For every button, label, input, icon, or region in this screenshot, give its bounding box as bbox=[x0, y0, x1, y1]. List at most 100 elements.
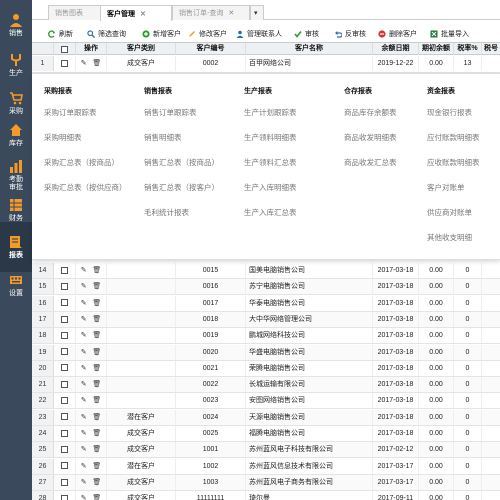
table-row[interactable]: 18 ✎ 🗑 0019 鹏城网络科技公司 2017-03-18 0.00 0 bbox=[32, 328, 500, 345]
table-row[interactable]: 14 ✎ 🗑 0015 国美电脑销售公司 2017-03-18 0.00 0 bbox=[32, 263, 500, 279]
menu-item[interactable]: 采购明细表 bbox=[44, 133, 127, 158]
close-icon[interactable]: ✕ bbox=[140, 10, 146, 18]
table-row[interactable]: 15 ✎ 🗑 0016 苏宁电脑销售公司 2017-03-18 0.00 0 bbox=[32, 279, 500, 296]
menu-item[interactable]: 销售汇总表（按客户） bbox=[144, 183, 219, 208]
menu-item[interactable]: 采购汇总表（按商品） bbox=[44, 158, 127, 183]
row-checkbox[interactable] bbox=[61, 462, 68, 470]
row-checkbox[interactable] bbox=[61, 380, 68, 388]
pencil-icon[interactable]: ✎ bbox=[81, 279, 87, 294]
trash-icon[interactable]: 🗑 bbox=[92, 491, 101, 500]
batch-import-button[interactable]: 批量导入 bbox=[430, 27, 469, 41]
menu-item[interactable]: 应付账款明细表 bbox=[427, 133, 480, 158]
row-checkbox[interactable] bbox=[61, 266, 68, 274]
trash-icon[interactable]: 🗑 bbox=[92, 312, 101, 327]
trash-icon[interactable]: 🗑 bbox=[92, 475, 101, 490]
trash-icon[interactable]: 🗑 bbox=[92, 459, 101, 474]
table-row[interactable]: 24 ✎ 🗑 成交客户 0025 福腾电脑销售公司 2017-03-18 0.00 0 bbox=[32, 426, 500, 442]
trash-icon[interactable]: 🗑 bbox=[92, 56, 101, 71]
menu-item[interactable]: 客户对账单 bbox=[427, 183, 480, 208]
row-checkbox[interactable] bbox=[61, 478, 68, 486]
trash-icon[interactable]: 🗑 bbox=[92, 410, 101, 425]
menu-item[interactable]: 商品收发明细表 bbox=[344, 133, 397, 158]
pencil-icon[interactable]: ✎ bbox=[81, 345, 87, 360]
pencil-icon[interactable]: ✎ bbox=[81, 377, 87, 392]
trash-icon[interactable]: 🗑 bbox=[92, 279, 101, 294]
add-customer-button[interactable]: 新增客户 bbox=[142, 27, 181, 41]
refresh-button[interactable]: 刷新 bbox=[48, 27, 73, 41]
pencil-icon[interactable]: ✎ bbox=[81, 426, 87, 441]
pencil-icon[interactable]: ✎ bbox=[81, 410, 87, 425]
row-checkbox[interactable] bbox=[61, 331, 68, 339]
menu-item[interactable]: 生产入库明细表 bbox=[244, 183, 297, 208]
unaudit-button[interactable]: 反审核 bbox=[334, 27, 366, 41]
table-row[interactable]: 22 ✎ 🗑 0023 安图网络销售公司 2017-03-18 0.00 0 bbox=[32, 393, 500, 410]
menu-item[interactable]: 供应商对账单 bbox=[427, 208, 480, 233]
tab-customer-management[interactable]: 客户管理 ✕ bbox=[100, 5, 172, 21]
header-code[interactable]: 客户编号 bbox=[176, 43, 246, 55]
header-category[interactable]: 客户类别 bbox=[107, 43, 176, 55]
pencil-icon[interactable]: ✎ bbox=[81, 459, 87, 474]
close-icon[interactable]: ✕ bbox=[228, 9, 234, 17]
menu-item[interactable]: 生产领料汇总表 bbox=[244, 158, 297, 183]
pencil-icon[interactable]: ✎ bbox=[81, 328, 87, 343]
pencil-icon[interactable]: ✎ bbox=[81, 393, 87, 408]
audit-button[interactable]: 审核 bbox=[294, 27, 319, 41]
pencil-icon[interactable]: ✎ bbox=[81, 56, 87, 71]
row-checkbox[interactable] bbox=[61, 413, 68, 421]
header-name[interactable]: 客户名称 bbox=[246, 43, 373, 55]
table-row[interactable]: 26 ✎ 🗑 潜在客户 1002 苏州蓝风信息技术有限公司 2017-03-17 0.00 0 bbox=[32, 458, 500, 475]
menu-item[interactable]: 现金银行报表 bbox=[427, 108, 480, 133]
menu-item[interactable]: 采购订单跟踪表 bbox=[44, 108, 127, 133]
delete-customer-button[interactable]: 删除客户 bbox=[378, 27, 417, 41]
row-checkbox[interactable] bbox=[61, 429, 68, 437]
menu-item[interactable]: 商品收发汇总表 bbox=[344, 158, 397, 183]
table-row[interactable]: 25 ✎ 🗑 成交客户 1001 苏州蓝风电子科技有限公司 2017-02-12 0.00 0 bbox=[32, 442, 500, 459]
table-row[interactable]: 21 ✎ 🗑 0022 长城运输有限公司 2017-03-18 0.00 0 bbox=[32, 377, 500, 394]
pencil-icon[interactable]: ✎ bbox=[81, 361, 87, 376]
menu-item[interactable]: 销售订单跟踪表 bbox=[144, 108, 219, 133]
select-all-checkbox[interactable] bbox=[61, 45, 68, 53]
pencil-icon[interactable]: ✎ bbox=[81, 475, 87, 490]
header-date[interactable]: 余额日期 bbox=[373, 43, 419, 55]
menu-item[interactable]: 应收账款明细表 bbox=[427, 158, 480, 183]
menu-item[interactable]: 商品库存余额表 bbox=[344, 108, 397, 133]
row-checkbox[interactable] bbox=[61, 445, 68, 453]
table-row[interactable]: 1 ✎ 🗑 成交客户 0002 百甲网络公司 2019-12-22 0.00 1… bbox=[32, 56, 500, 73]
table-row[interactable]: 27 ✎ 🗑 成交客户 1003 苏州蓝风电子商务有限公司 2017-03-17 0.00 0 bbox=[32, 474, 500, 491]
header-balance[interactable]: 期初余额 bbox=[419, 43, 454, 55]
row-checkbox[interactable] bbox=[61, 494, 68, 500]
row-checkbox[interactable] bbox=[61, 348, 68, 356]
trash-icon[interactable]: 🗑 bbox=[92, 296, 101, 311]
menu-item[interactable]: 其他收支明细 bbox=[427, 233, 480, 258]
menu-item[interactable]: 采购汇总表（按供应商） bbox=[44, 183, 127, 208]
trash-icon[interactable]: 🗑 bbox=[92, 393, 101, 408]
trash-icon[interactable]: 🗑 bbox=[92, 328, 101, 343]
trash-icon[interactable]: 🗑 bbox=[92, 345, 101, 360]
header-tax-rate[interactable]: 税率% bbox=[454, 43, 482, 55]
tab-sales-chart[interactable]: 销售图表 bbox=[48, 5, 102, 20]
pencil-icon[interactable]: ✎ bbox=[81, 442, 87, 457]
menu-item[interactable]: 生产入库汇总表 bbox=[244, 208, 297, 233]
menu-item[interactable]: 销售明细表 bbox=[144, 133, 219, 158]
row-checkbox[interactable] bbox=[61, 315, 68, 323]
row-checkbox[interactable] bbox=[61, 397, 68, 405]
trash-icon[interactable]: 🗑 bbox=[92, 263, 101, 278]
row-checkbox[interactable] bbox=[61, 299, 68, 307]
menu-item[interactable]: 毛利统计报表 bbox=[144, 208, 219, 233]
table-row[interactable]: 20 ✎ 🗑 0021 荣腾电脑销售公司 2017-03-18 0.00 0 bbox=[32, 360, 500, 377]
tab-sales-order-query[interactable]: 销售订单-查询 ✕ bbox=[172, 5, 250, 20]
table-row[interactable]: 28 ✎ 🗑 成交客户 11111111 琦尔曼 2017-09-11 0.00 0 bbox=[32, 491, 500, 500]
pencil-icon[interactable]: ✎ bbox=[81, 312, 87, 327]
trash-icon[interactable]: 🗑 bbox=[92, 442, 101, 457]
edit-customer-button[interactable]: 修改客户 bbox=[188, 27, 227, 41]
table-row[interactable]: 23 ✎ 🗑 潜在客户 0024 天源电脑销售公司 2017-03-18 0.00 0 bbox=[32, 409, 500, 426]
trash-icon[interactable]: 🗑 bbox=[92, 361, 101, 376]
table-row[interactable]: 17 ✎ 🗑 0018 大中华网络管理公司 2017-03-18 0.00 0 bbox=[32, 311, 500, 328]
header-tax-no[interactable]: 税号 bbox=[482, 43, 500, 55]
tab-list-dropdown[interactable]: ▾ bbox=[250, 5, 264, 20]
filter-query-button[interactable]: 筛选查询 bbox=[87, 27, 126, 41]
pencil-icon[interactable]: ✎ bbox=[81, 263, 87, 278]
menu-item[interactable]: 销售汇总表（按商品） bbox=[144, 158, 219, 183]
menu-item[interactable]: 生产计划跟踪表 bbox=[244, 108, 297, 133]
row-checkbox[interactable] bbox=[61, 59, 68, 67]
